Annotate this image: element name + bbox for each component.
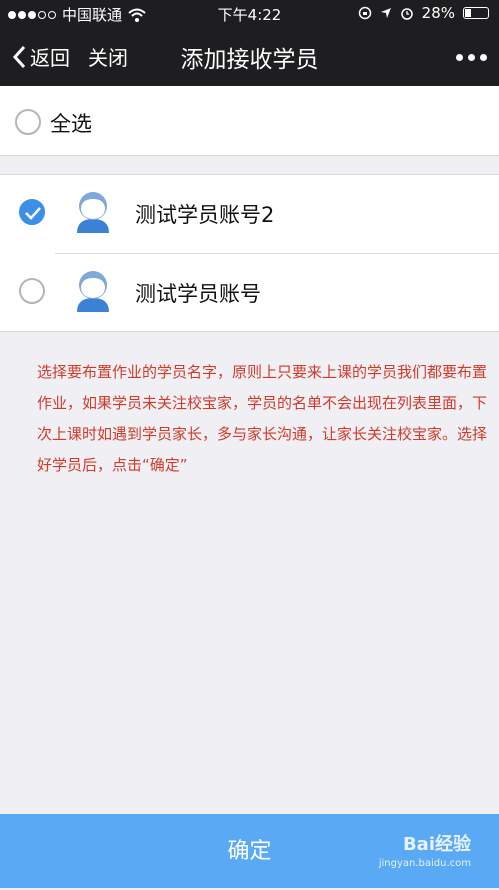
student-name: 测试学员账号2: [135, 203, 275, 227]
more-dot-icon: [468, 54, 475, 61]
checkmark-icon: [25, 207, 41, 220]
select-all-radio[interactable]: [15, 109, 41, 135]
instruction-text: 选择要布置作业的学员名字，原则上只要来上课的学员我们都要布置作业，如果学员未关注…: [37, 363, 488, 474]
student-row[interactable]: 测试学员账号: [0, 254, 499, 332]
status-bar: 中国联通 下午4:22 28%: [0, 0, 499, 28]
select-all-label: 全选: [50, 112, 92, 136]
battery-percent: 28%: [421, 4, 455, 22]
page-title: 添加接收学员: [180, 47, 319, 73]
student-checkbox-checked[interactable]: [19, 199, 45, 225]
watermark-brand: Bai经验: [402, 834, 471, 855]
more-menu-button[interactable]: [456, 54, 487, 61]
select-all-row[interactable]: 全选: [0, 86, 499, 156]
battery-fill: [465, 9, 471, 17]
battery-icon: [463, 7, 489, 19]
status-right: 28%: [358, 4, 489, 22]
student-avatar-icon: [77, 271, 109, 312]
more-dot-icon: [480, 54, 487, 61]
orientation-lock-icon: [358, 6, 371, 20]
student-checkbox[interactable]: [19, 278, 45, 304]
nav-bar: 返回 关闭 添加接收学员: [0, 28, 499, 86]
baidu-jingyan-watermark: Bai经验 jingyan.baidu.com: [379, 830, 471, 869]
student-row[interactable]: 测试学员账号2: [0, 175, 499, 254]
student-name: 测试学员账号: [135, 282, 261, 306]
more-dot-icon: [456, 54, 463, 61]
location-icon: [380, 8, 391, 18]
alarm-icon: [400, 8, 413, 20]
watermark-url: jingyan.baidu.com: [378, 858, 471, 869]
student-list: 测试学员账号2 测试学员账号: [0, 174, 499, 332]
student-avatar-icon: [77, 192, 109, 233]
